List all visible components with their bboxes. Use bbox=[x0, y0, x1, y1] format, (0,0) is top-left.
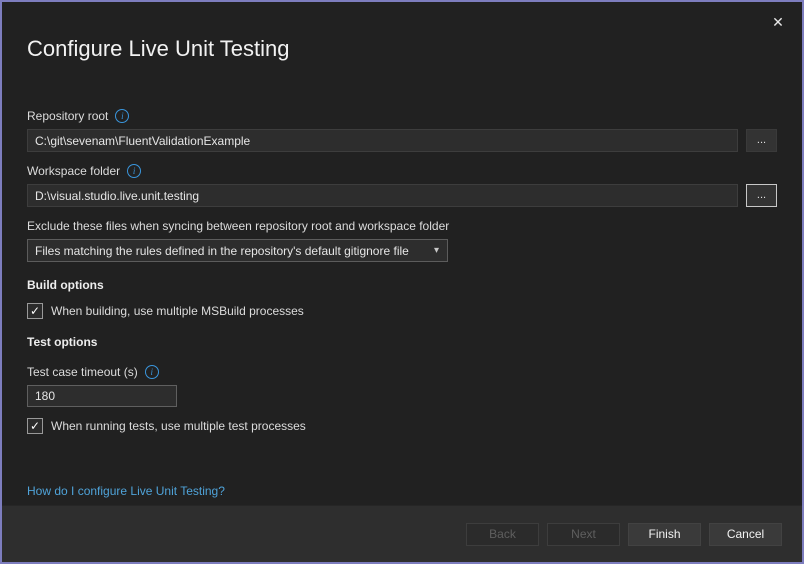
workspace-folder-input[interactable] bbox=[27, 184, 738, 207]
repository-root-input-row: ... bbox=[27, 129, 777, 152]
info-icon[interactable]: i bbox=[144, 365, 159, 379]
test-options-heading: Test options bbox=[27, 335, 98, 349]
cancel-button[interactable]: Cancel bbox=[709, 522, 782, 546]
test-processes-checkbox-label: When running tests, use multiple test pr… bbox=[51, 419, 306, 433]
msbuild-processes-checkbox-row[interactable]: ✓ When building, use multiple MSBuild pr… bbox=[27, 303, 777, 319]
test-case-timeout-label-row: Test case timeout (s) i bbox=[27, 365, 777, 379]
workspace-folder-label: Workspace folder bbox=[27, 164, 121, 178]
back-button[interactable]: Back bbox=[466, 522, 539, 546]
repository-root-group: Repository root i ... bbox=[27, 109, 777, 152]
close-icon[interactable]: ✕ bbox=[766, 10, 790, 34]
test-processes-checkbox-row[interactable]: ✓ When running tests, use multiple test … bbox=[27, 418, 777, 434]
repository-root-browse-button[interactable]: ... bbox=[746, 129, 777, 152]
exclude-files-group: Exclude these files when syncing between… bbox=[27, 219, 777, 262]
workspace-folder-label-row: Workspace folder i bbox=[27, 164, 777, 178]
repository-root-label: Repository root bbox=[27, 109, 109, 123]
dialog-content: Configure Live Unit Testing Repository r… bbox=[2, 36, 802, 500]
workspace-folder-input-row: ... bbox=[27, 184, 777, 207]
dialog-footer: Back Next Finish Cancel bbox=[2, 505, 802, 562]
help-link[interactable]: How do I configure Live Unit Testing? bbox=[27, 484, 225, 498]
exclude-files-selected-option: Files matching the rules defined in the … bbox=[35, 243, 409, 258]
exclude-files-dropdown[interactable]: Files matching the rules defined in the … bbox=[27, 239, 448, 262]
repository-root-input[interactable] bbox=[27, 129, 738, 152]
configure-live-unit-testing-dialog: ✕ Configure Live Unit Testing Repository… bbox=[0, 0, 804, 564]
repository-root-label-row: Repository root i bbox=[27, 109, 777, 123]
test-case-timeout-label: Test case timeout (s) bbox=[27, 365, 138, 379]
msbuild-processes-checkbox[interactable]: ✓ bbox=[27, 303, 43, 319]
workspace-folder-browse-button[interactable]: ... bbox=[746, 184, 777, 207]
build-options-heading: Build options bbox=[27, 278, 104, 292]
test-case-timeout-input[interactable] bbox=[27, 385, 177, 407]
finish-button[interactable]: Finish bbox=[628, 522, 701, 546]
workspace-folder-group: Workspace folder i ... bbox=[27, 164, 777, 207]
next-button[interactable]: Next bbox=[547, 522, 620, 546]
page-title: Configure Live Unit Testing bbox=[27, 36, 290, 61]
msbuild-processes-checkbox-label: When building, use multiple MSBuild proc… bbox=[51, 304, 304, 318]
test-processes-checkbox[interactable]: ✓ bbox=[27, 418, 43, 434]
info-icon[interactable]: i bbox=[115, 109, 130, 123]
info-icon[interactable]: i bbox=[127, 164, 142, 178]
chevron-down-icon: ▾ bbox=[433, 245, 439, 256]
exclude-files-label: Exclude these files when syncing between… bbox=[27, 219, 450, 233]
